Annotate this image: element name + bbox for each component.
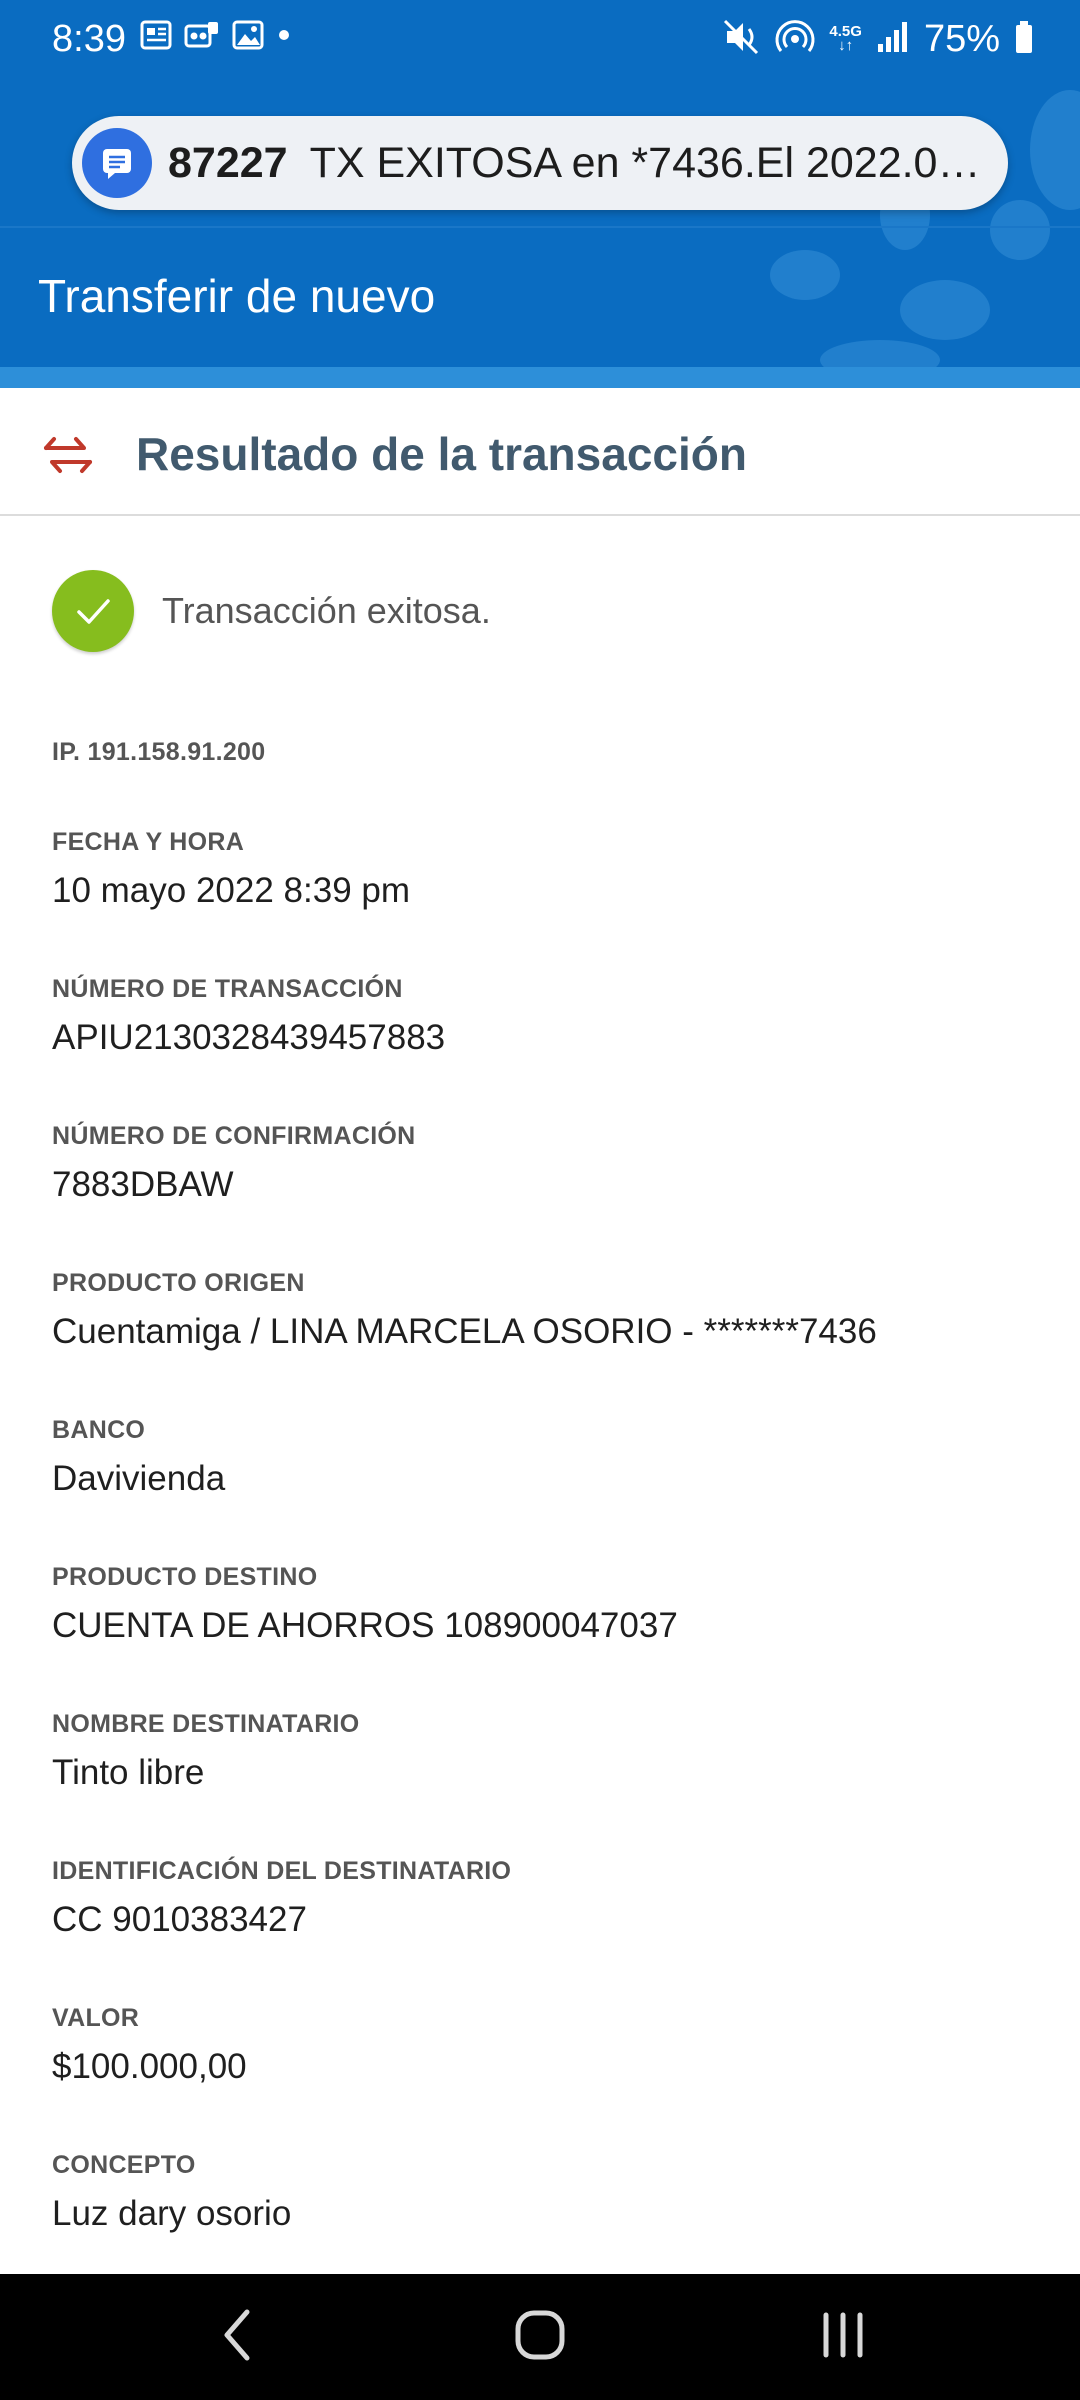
field-concept: CONCEPTO Luz dary osorio: [52, 2149, 1032, 2237]
field-value: Davivienda: [52, 1459, 226, 1498]
status-notification-icons: [140, 20, 292, 55]
system-nav-bar: [0, 2274, 1080, 2400]
decor-bubble: [990, 200, 1050, 260]
status-time: 8:39: [52, 18, 126, 60]
field-value: APIU2130328439457883: [52, 1018, 446, 1057]
field-destination-product: PRODUCTO DESTINO CUENTA DE AHORROS 10890…: [52, 1561, 1032, 1649]
field-confirmation-number: NÚMERO DE CONFIRMACIÓN 7883DBAW: [52, 1120, 1032, 1208]
recents-button[interactable]: [798, 2304, 888, 2370]
field-value: $100.000,00: [52, 2047, 247, 2086]
field-label: NÚMERO DE TRANSACCIÓN: [52, 975, 403, 1003]
ip-label: IP. 191.158.91.200: [52, 738, 266, 766]
back-button[interactable]: [192, 2304, 282, 2370]
field-recipient-name: NOMBRE DESTINATARIO Tinto libre: [52, 1708, 1032, 1796]
field-recipient-id: IDENTIFICACIÓN DEL DESTINATARIO CC 90103…: [52, 1855, 1032, 1943]
field-value: Luz dary osorio: [52, 2194, 292, 2233]
field-value: CC 9010383427: [52, 1900, 307, 1939]
notification-sender: 87227: [168, 139, 288, 187]
header-divider: [0, 226, 1080, 228]
field-value: 7883DBAW: [52, 1165, 234, 1204]
battery-icon: [1014, 20, 1034, 59]
app-header: 8:39 4.5G ↓↑ 75% 87227 TX EXITOSA en *74…: [0, 0, 1080, 388]
field-datetime: FECHA Y HORA 10 mayo 2022 8:39 pm: [52, 826, 1032, 914]
status-system-icons: 4.5G ↓↑ 75%: [723, 14, 1034, 64]
gallery-icon: [232, 20, 264, 55]
notification-text: 87227 TX EXITOSA en *7436.El 2022.0…: [168, 136, 988, 190]
field-value: 10 mayo 2022 8:39 pm: [52, 871, 411, 910]
ip-address: IP. 191.158.91.200: [52, 736, 1032, 768]
status-bar: 8:39 4.5G ↓↑ 75%: [0, 0, 1080, 80]
field-label: BANCO: [52, 1416, 146, 1444]
field-value: Cuentamiga / LINA MARCELA OSORIO - *****…: [52, 1312, 877, 1351]
check-icon: [52, 570, 134, 652]
success-status: Transacción exitosa.: [52, 568, 491, 654]
field-transaction-number: NÚMERO DE TRANSACCIÓN APIU21303284394578…: [52, 973, 1032, 1061]
decor-bubble: [1030, 90, 1080, 210]
field-label: VALOR: [52, 2004, 140, 2032]
signal-icon: [876, 20, 910, 59]
recents-icon: [818, 2311, 868, 2364]
header-bottom-strip: [0, 367, 1080, 388]
field-label: CONCEPTO: [52, 2151, 196, 2179]
decor-bubble: [900, 280, 990, 340]
swap-arrows-icon: [40, 426, 96, 482]
field-value: CUENTA DE AHORROS 108900047037: [52, 1606, 678, 1645]
field-label: FECHA Y HORA: [52, 828, 245, 856]
field-label: NOMBRE DESTINATARIO: [52, 1710, 360, 1738]
header-title: Transferir de nuevo: [38, 270, 436, 322]
voicemail-icon: [184, 20, 220, 55]
field-bank: BANCO Davivienda: [52, 1414, 1032, 1502]
field-amount: VALOR $100.000,00: [52, 2002, 1032, 2090]
message-icon: [82, 128, 152, 198]
field-label: PRODUCTO ORIGEN: [52, 1269, 305, 1297]
success-text: Transacción exitosa.: [162, 590, 491, 631]
field-label: PRODUCTO DESTINO: [52, 1563, 318, 1591]
transaction-result-card: Resultado de la transacción Transacción …: [0, 388, 1080, 2274]
home-button[interactable]: [495, 2304, 585, 2370]
battery-percent: 75%: [923, 18, 1000, 60]
sms-notification[interactable]: 87227 TX EXITOSA en *7436.El 2022.0…: [72, 116, 1008, 210]
notification-message: TX EXITOSA en *7436.El 2022.0…: [309, 139, 981, 187]
network-type: 4.5G ↓↑: [829, 23, 862, 54]
back-icon: [217, 2308, 257, 2367]
field-source-product: PRODUCTO ORIGEN Cuentamiga / LINA MARCEL…: [52, 1267, 1032, 1355]
decor-bubble: [770, 250, 840, 300]
dot-icon: [276, 20, 292, 55]
field-label: IDENTIFICACIÓN DEL DESTINATARIO: [52, 1857, 512, 1885]
field-label: NÚMERO DE CONFIRMACIÓN: [52, 1122, 416, 1150]
home-icon: [514, 2309, 566, 2366]
card-title: Resultado de la transacción: [136, 428, 747, 480]
news-icon: [140, 20, 172, 55]
mute-icon: [723, 19, 761, 60]
field-value: Tinto libre: [52, 1753, 205, 1792]
card-header: Resultado de la transacción: [0, 388, 1080, 516]
hotspot-icon: [775, 19, 815, 60]
